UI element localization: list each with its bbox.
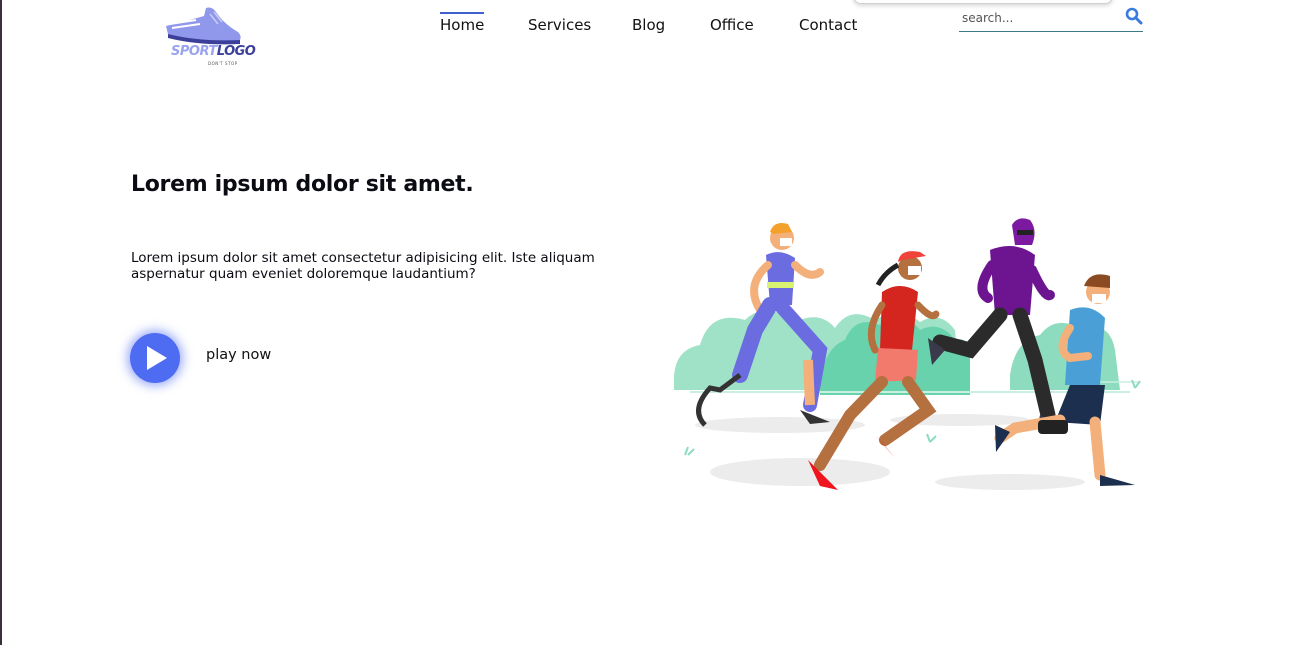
nav-services[interactable]: Services <box>528 16 591 34</box>
dropdown-panel-edge <box>853 0 1113 4</box>
nav-office[interactable]: Office <box>710 16 754 34</box>
logo-tagline: DON'T STOP <box>208 61 238 66</box>
nav-blog[interactable]: Blog <box>632 16 665 34</box>
play-now-label[interactable]: play now <box>206 347 271 363</box>
hero-description: Lorem ipsum dolor sit amet consectetur a… <box>131 250 595 282</box>
play-icon <box>147 346 167 370</box>
search-icon[interactable] <box>1125 7 1143 25</box>
main-nav: Home Services Blog Office Contact <box>0 0 1295 60</box>
search-input[interactable] <box>962 10 1112 26</box>
play-button[interactable] <box>130 333 180 383</box>
nav-home[interactable]: Home <box>440 12 485 34</box>
window-edge <box>0 0 2 645</box>
nav-contact[interactable]: Contact <box>799 16 857 34</box>
hero-title: Lorem ipsum dolor sit amet. <box>131 172 474 197</box>
search-bar <box>959 6 1143 32</box>
runners-illustration <box>673 218 1141 490</box>
